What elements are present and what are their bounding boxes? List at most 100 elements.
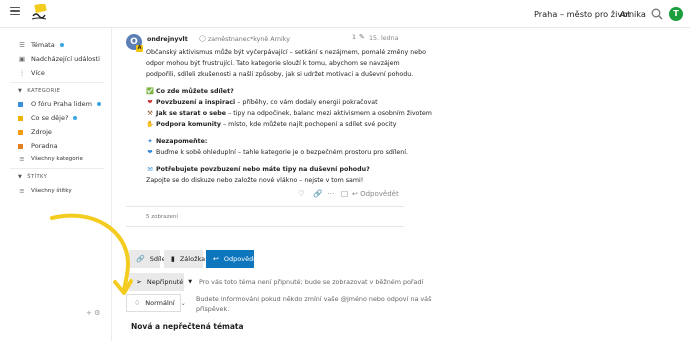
all-tags-label: Všechny štítky	[31, 188, 72, 194]
caret-down-icon: ▼	[188, 279, 193, 285]
pin-label: Nepřipnuté	[146, 278, 184, 286]
views-count: 5 zobrazení	[146, 214, 178, 220]
unread-dot	[97, 102, 102, 106]
post-bullet: ❤ Povzbuzení a inspiraci – příběhy, co vá…	[147, 99, 378, 106]
link-icon: 🔗	[136, 255, 145, 263]
post-author-title: zaměstnanec*kyně Arniky	[208, 36, 290, 43]
reply-icon: ↩	[213, 255, 219, 263]
check-icon: ✅	[146, 88, 154, 95]
post-author-name[interactable]: ondrejnyvlt	[147, 36, 188, 43]
sidebar-item-label: Témata	[31, 41, 55, 49]
chevron-down-icon: ▼	[18, 88, 23, 94]
layers-icon: ☰	[19, 41, 25, 49]
sidebar-all-tags[interactable]: ≡ Všechny štítky	[18, 186, 72, 196]
site-title[interactable]: Praha – město pro život	[534, 9, 630, 19]
bookmark-icon: ▮	[171, 255, 175, 263]
post-paragraph: Občanský aktivismus může být vyčerpávají…	[146, 49, 426, 56]
badge-icon: A	[136, 45, 143, 52]
post-bullet: ⚒ Jak se starat o sebe – tipy na odpočine…	[147, 110, 432, 117]
category-label: Poradna	[31, 142, 58, 150]
share-button[interactable]: 🔗 Sdílet	[129, 250, 168, 268]
categories-heading[interactable]: ▼ KATEGORIE	[18, 88, 60, 94]
tools-icon: ⚒	[147, 110, 153, 117]
heart-like-icon[interactable]: ♡	[298, 189, 305, 198]
pin-icon: ➢	[136, 278, 142, 286]
blue-heart-icon: ❤	[147, 149, 153, 156]
sidebar-item-label: Více	[31, 69, 45, 77]
post-paragraph: podpořili, sdíleli zkušenosti a našli zp…	[146, 71, 414, 78]
sidebar-category-poradna[interactable]: Poradna	[18, 141, 58, 151]
handshake-icon: ✋	[146, 121, 154, 128]
notification-label: Normální	[145, 299, 175, 307]
notification-dropdown[interactable]: ♢ Normální ⌄	[126, 294, 186, 312]
bookmark-label: Záložka	[179, 255, 206, 263]
divider	[10, 82, 104, 83]
all-categories-label: Všechny kategorie	[31, 156, 83, 162]
category-color-swatch	[18, 115, 23, 121]
link-icon[interactable]: 🔗	[313, 189, 322, 198]
chevron-down-icon: ⌄	[180, 299, 186, 307]
section-title: Nová a nepřečtená témata	[131, 322, 244, 331]
sidebar-item-label: Nadcházející události	[31, 55, 100, 63]
post-reply-link[interactable]: ↩ Odpovědět	[352, 190, 399, 198]
sidebar-category-o-foru[interactable]: O fóru Praha lidem	[18, 99, 102, 109]
sidebar-category-zdroje[interactable]: Zdroje	[18, 127, 52, 137]
search-icon[interactable]	[651, 8, 663, 20]
hamburger-menu-icon[interactable]	[10, 7, 20, 17]
reply-button[interactable]: ↩ Odpovědět	[206, 250, 260, 268]
tags-heading-label: ŠTÍTKY	[27, 174, 48, 180]
pin-note: Pro vás toto téma není připnuté; bude se…	[199, 278, 424, 286]
sidebar-category-co-se-deje[interactable]: Co se děje?	[18, 113, 78, 123]
category-color-swatch	[18, 129, 23, 135]
list-icon: ≡	[19, 187, 25, 195]
calendar-icon: ▣	[18, 55, 26, 63]
reply-label: Odpovědět	[223, 255, 260, 263]
post-heading-help: ✉ Potřebujete povzbuzení nebo máte tipy n…	[147, 166, 370, 173]
pin-dropdown[interactable]: ➢ Nepřipnuté ▼	[129, 273, 192, 291]
category-color-swatch	[18, 143, 23, 149]
sidebar-footer-icons[interactable]: + ⚙	[86, 309, 100, 317]
sidebar-item-more[interactable]: ⋮ Více	[18, 68, 45, 78]
post-paragraph: Zapojte se do diskuze nebo založte nové …	[146, 177, 364, 184]
post-date[interactable]: 15. ledna	[369, 35, 399, 42]
post-heading-share: ✅ Co zde můžete sdílet?	[146, 88, 234, 95]
divider	[10, 168, 104, 169]
user-avatar[interactable]: T	[669, 7, 683, 21]
sidebar-all-categories[interactable]: ≡ Všechny kategorie	[18, 154, 83, 164]
sidebar: ☰ Témata ▣ Nadcházející události ⋮ Více …	[0, 28, 112, 341]
bell-icon: ♢	[134, 299, 141, 307]
header-user-link[interactable]: Arnika	[620, 9, 646, 19]
bookmark-icon[interactable]: □	[341, 189, 348, 198]
category-label: O fóru Praha lidem	[31, 100, 93, 108]
site-header: Praha – město pro život Arnika T	[0, 0, 690, 28]
post-heading-remember: ✦ Nezapomeňte:	[147, 138, 208, 145]
more-actions-icon[interactable]: ⋯	[327, 189, 335, 198]
heart-icon: ❤	[147, 99, 153, 106]
category-label: Co se děje?	[31, 114, 69, 122]
post-paragraph: odpor mohou být frustrující. Tato katego…	[146, 60, 400, 67]
edit-count[interactable]: 1	[352, 34, 356, 41]
notification-note: Budete informováni pokud někdo zmíní vaš…	[196, 295, 432, 303]
sidebar-item-events[interactable]: ▣ Nadcházející události	[18, 54, 100, 64]
arnika-logo[interactable]	[30, 2, 48, 22]
pencil-icon[interactable]: ✎	[359, 33, 365, 41]
categories-heading-label: KATEGORIE	[27, 88, 61, 94]
sidebar-item-topics[interactable]: ☰ Témata	[18, 40, 64, 50]
sparkle-icon: ✦	[147, 138, 153, 145]
post-bullet: ✋ Podpora komunity – místo, kde můžete na…	[146, 121, 397, 128]
category-label: Zdroje	[31, 128, 52, 136]
unread-dot	[59, 43, 64, 47]
chevron-down-icon: ▼	[18, 174, 23, 180]
speech-bubble-icon: ✉	[147, 166, 153, 173]
divider	[126, 226, 404, 227]
shield-icon: ◯	[199, 35, 206, 42]
more-icon: ⋮	[18, 69, 26, 77]
post-reply-label: Odpovědět	[360, 190, 399, 198]
category-color-swatch	[18, 101, 23, 107]
bookmark-button[interactable]: ▮ Záložka	[164, 250, 206, 268]
post-paragraph: ❤ Buďme k sobě ohleduplní – tahle kategor…	[147, 149, 408, 156]
list-icon: ≡	[19, 155, 25, 163]
tags-heading[interactable]: ▼ ŠTÍTKY	[18, 174, 47, 180]
unread-dot	[73, 116, 78, 120]
divider	[126, 206, 404, 207]
